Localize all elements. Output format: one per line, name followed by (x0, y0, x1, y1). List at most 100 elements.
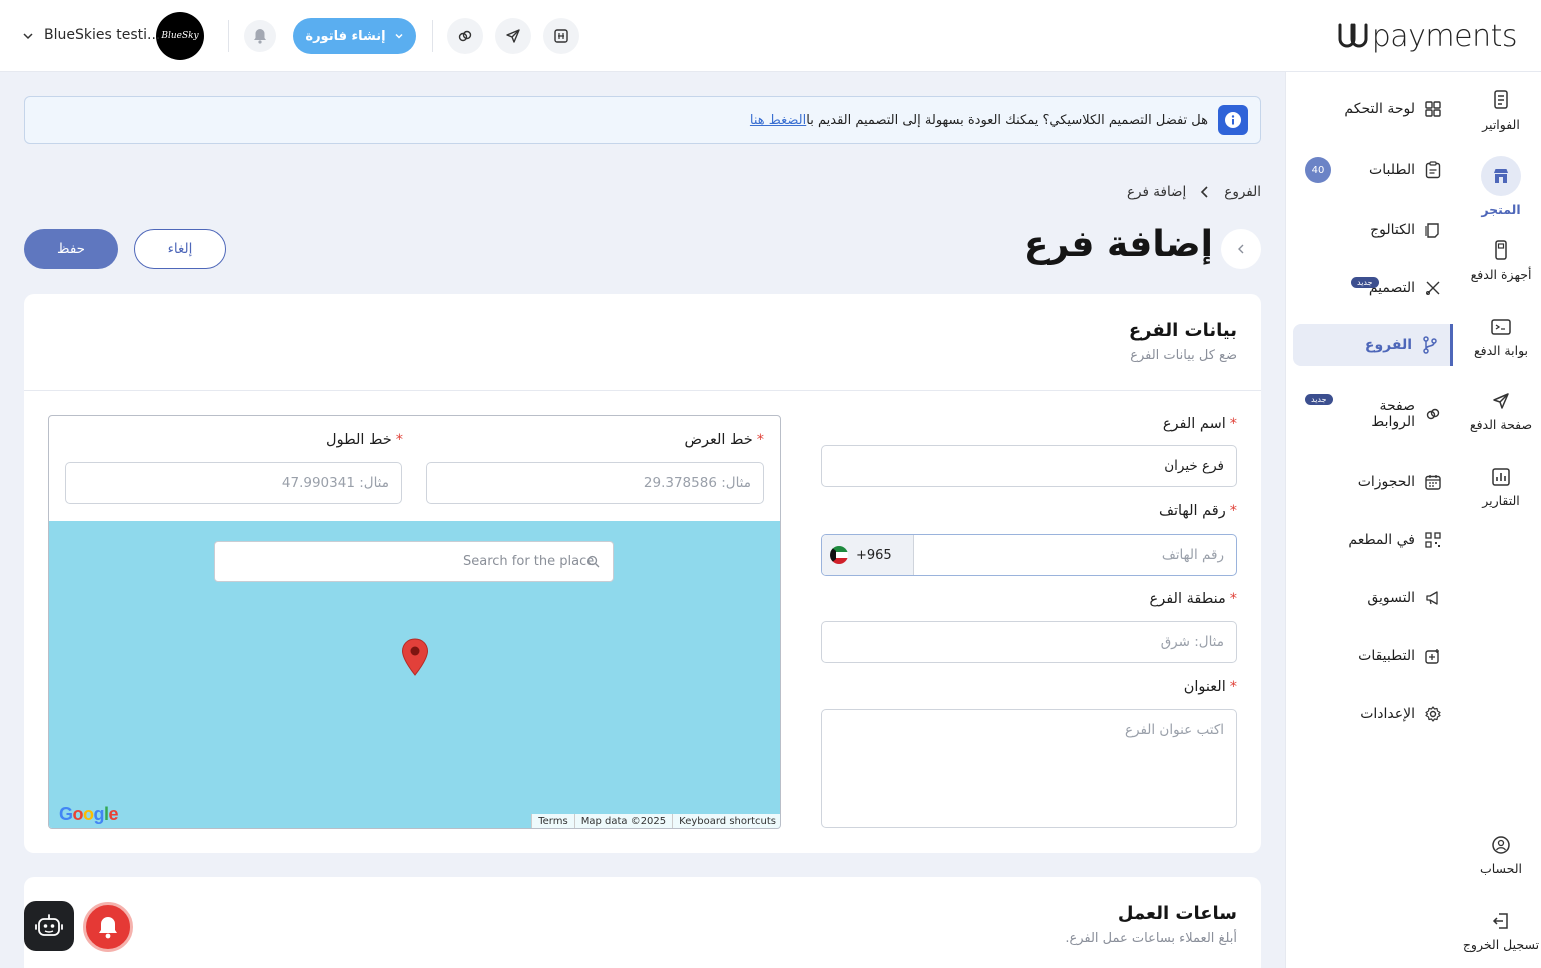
subnav-label: التسويق (1367, 590, 1415, 606)
main-rail: الفواتير المتجر أجهزة الدفع بوابة الدفع … (1461, 72, 1541, 968)
card-divider (24, 390, 1261, 391)
map-data-text: Map data ©2025 (573, 814, 672, 828)
subnav-item-settings[interactable]: الإعدادات (1293, 693, 1453, 735)
subnav-item-orders[interactable]: 40 الطلبات (1293, 149, 1453, 191)
avatar[interactable]: BlueSky (156, 12, 204, 60)
chevron-down-icon (395, 33, 403, 39)
rail-item-invoices[interactable]: الفواتير (1461, 90, 1541, 132)
map-terms-link[interactable]: Terms (531, 814, 573, 828)
phone-label: *رقم الهاتف (1158, 503, 1237, 519)
settings-icon (1425, 706, 1441, 722)
notice-message: هل تفضل التصميم الكلاسيكي؟ يمكنك العودة … (806, 112, 1208, 128)
back-button[interactable] (1221, 229, 1261, 269)
phone-input[interactable]: رقم الهاتف (914, 535, 1236, 575)
subnav-label: الطلبات (1369, 162, 1415, 178)
keyboard-shortcuts-link[interactable]: Keyboard shortcuts (672, 814, 780, 828)
subnav-item-in-restaurant[interactable]: في المطعم (1293, 519, 1453, 561)
rail-label: الفواتير (1482, 117, 1520, 132)
subnav-label: في المطعم (1348, 532, 1415, 548)
dashboard-icon (1425, 101, 1441, 117)
rail-item-store[interactable]: المتجر (1461, 156, 1541, 217)
subnav-label: الإعدادات (1360, 706, 1415, 722)
rail-item-logout[interactable]: تسجيل الخروج (1461, 912, 1541, 952)
create-invoice-button[interactable]: إنشاء فاتورة (293, 18, 416, 54)
account-icon (1492, 836, 1510, 854)
page-title: إضافة فرع (1023, 224, 1213, 265)
subnav-item-links-page[interactable]: جديد صفحة الروابط (1293, 392, 1453, 436)
reports-icon (1492, 468, 1510, 486)
account-name[interactable]: BlueSkies testi... (44, 27, 160, 43)
gateway-icon (1491, 319, 1511, 335)
subnav-item-catalog[interactable]: الكتالوج (1293, 209, 1453, 251)
rail-item-reports[interactable]: التقارير (1461, 468, 1541, 508)
send-icon (1493, 393, 1509, 409)
classic-design-notice: هل تفضل التصميم الكلاسيكي؟ يمكنك العودة … (24, 96, 1261, 144)
subnav-item-marketing[interactable]: التسويق (1293, 577, 1453, 619)
address-label: *العنوان (1183, 679, 1237, 695)
store-subnav: لوحة التحكم 40 الطلبات الكتالوج جديد الت… (1285, 72, 1461, 968)
branch-name-input[interactable]: فرع خيران (821, 445, 1237, 487)
orders-count-badge: 40 (1305, 157, 1331, 183)
subnav-item-branches[interactable]: الفروع (1293, 324, 1453, 366)
map-canvas[interactable]: Search for the place Google Terms Map da… (49, 521, 780, 828)
info-icon (1218, 105, 1248, 135)
latitude-label: *خط العرض (684, 432, 764, 448)
push-notifications-button[interactable] (83, 902, 133, 952)
card-title: بيانات الفرع (1128, 320, 1237, 341)
address-textarea[interactable]: اكتب عنوان الفرع (821, 709, 1237, 828)
branch-name-label: *اسم الفرع (1162, 416, 1237, 432)
latitude-input[interactable]: مثال: 29.378586 (426, 462, 764, 504)
notice-text: هل تفضل التصميم الكلاسيكي؟ يمكنك العودة … (750, 113, 1208, 128)
bell-icon (99, 917, 117, 939)
design-icon (1426, 281, 1440, 295)
logo-text: payments (1371, 18, 1518, 54)
scan-icon[interactable] (543, 18, 579, 54)
rail-item-gateway[interactable]: بوابة الدفع (1461, 318, 1541, 358)
subnav-item-apps[interactable]: التطبيقات (1293, 635, 1453, 677)
cancel-button[interactable]: إلغاء (134, 229, 226, 269)
breadcrumb-branches[interactable]: الفروع (1224, 184, 1261, 200)
kuwait-flag-icon (830, 546, 848, 564)
notifications-bell-icon[interactable] (244, 20, 276, 52)
rail-item-pos-devices[interactable]: أجهزة الدفع (1461, 240, 1541, 282)
rail-item-account[interactable]: الحساب (1461, 836, 1541, 876)
catalog-icon (1425, 223, 1439, 238)
calendar-icon (1425, 475, 1441, 490)
rail-item-payment-page[interactable]: صفحة الدفع (1461, 392, 1541, 432)
links-icon (1426, 408, 1440, 420)
create-invoice-label: إنشاء فاتورة (305, 28, 386, 44)
rail-label: أجهزة الدفع (1470, 267, 1532, 282)
longitude-input[interactable]: مثال: 47.990341 (65, 462, 402, 504)
rail-label: صفحة الدفع (1469, 417, 1533, 432)
store-icon (1494, 169, 1508, 183)
region-input[interactable]: مثال: شرق (821, 621, 1237, 663)
map-search-input[interactable]: Search for the place (214, 541, 614, 582)
longitude-label: *خط الطول (326, 432, 403, 448)
brand-logo[interactable]: payments (1336, 16, 1518, 56)
map-pin-icon[interactable] (401, 638, 429, 676)
send-icon[interactable] (495, 18, 531, 54)
top-bar: payments إنشاء فاتورة BlueSky BlueSkies … (0, 0, 1541, 72)
rail-label: التقارير (1482, 493, 1520, 508)
subnav-item-bookings[interactable]: الحجوزات (1293, 461, 1453, 503)
save-button[interactable]: حفظ (24, 229, 118, 269)
logout-icon (1492, 913, 1508, 929)
chatbot-button[interactable] (24, 901, 74, 951)
rail-label: المتجر (1481, 202, 1521, 217)
subnav-item-design[interactable]: جديد التصميم (1293, 267, 1453, 309)
subnav-item-dashboard[interactable]: لوحة التحكم (1293, 88, 1453, 130)
notice-link[interactable]: الضغط هنا (750, 113, 806, 128)
region-label: *منطقة الفرع (1149, 591, 1237, 607)
country-code-select[interactable]: +965 (822, 535, 914, 575)
rail-label: تسجيل الخروج (1462, 937, 1540, 952)
rail-label: بوابة الدفع (1473, 343, 1529, 358)
pos-device-icon (1495, 240, 1507, 260)
link-icon[interactable] (447, 18, 483, 54)
subnav-label: صفحة الروابط (1371, 398, 1415, 430)
google-logo: Google (59, 804, 119, 824)
map-attribution: Terms Map data ©2025 Keyboard shortcuts (531, 814, 780, 828)
chevron-left-icon (1238, 244, 1244, 254)
breadcrumb-current: إضافة فرع (1127, 184, 1187, 200)
chevron-down-icon[interactable] (22, 30, 34, 42)
country-code: +965 (856, 547, 892, 563)
